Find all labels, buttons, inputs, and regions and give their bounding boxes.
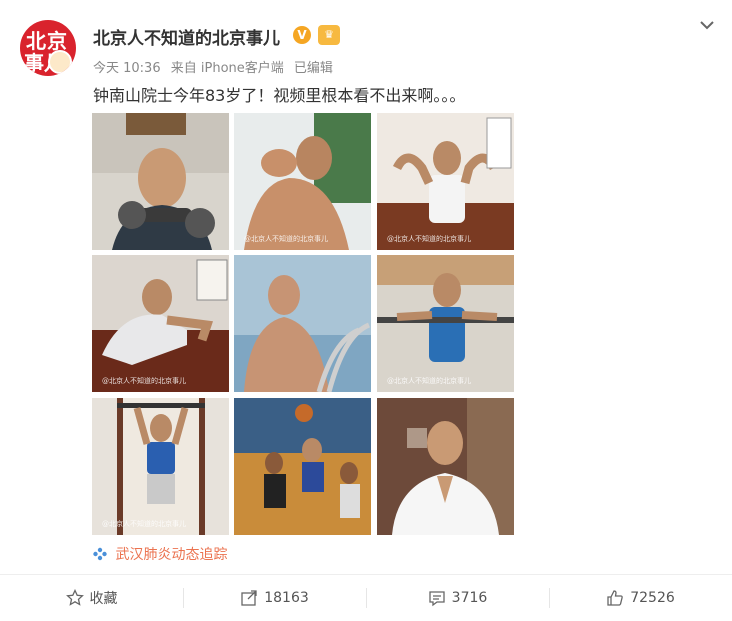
edited-label[interactable]: 已编辑 — [294, 61, 333, 76]
thumbs-up-icon — [607, 590, 623, 606]
comment-button[interactable]: 3716 — [366, 575, 549, 621]
photo-watermark: @北京人不知道的北京事儿 — [244, 235, 328, 243]
like-count: 72526 — [630, 590, 675, 606]
photo-9[interactable] — [377, 398, 514, 535]
topic-link[interactable]: 武汉肺炎动态追踪 — [93, 544, 227, 564]
topic-icon — [93, 547, 107, 561]
post-meta: 今天 10:36 来自 iPhone客户端 已编辑 — [93, 57, 339, 76]
photo-watermark: @北京人不知道的北京事儿 — [102, 377, 186, 385]
photo-6[interactable]: @北京人不知道的北京事儿 — [377, 255, 514, 392]
member-crown-icon: ♛ — [318, 25, 340, 45]
post-time[interactable]: 今天 10:36 — [93, 61, 161, 76]
photo-8[interactable] — [234, 398, 371, 535]
repost-count: 18163 — [264, 590, 309, 606]
comment-count: 3716 — [451, 590, 488, 606]
account-name[interactable]: 北京人不知道的北京事儿 — [93, 24, 280, 49]
comment-icon — [429, 591, 445, 607]
favorite-label: 收藏 — [89, 591, 118, 607]
avatar[interactable]: 北京 事儿 — [20, 20, 76, 76]
photo-4[interactable]: @北京人不知道的北京事儿 — [92, 255, 229, 392]
photo-3[interactable]: @北京人不知道的北京事儿 — [377, 113, 514, 250]
photo-1[interactable] — [92, 113, 229, 250]
post-text: 钟南山院士今年83岁了！视频里根本看不出来啊。。。 — [93, 86, 466, 105]
photo-grid: @北京人不知道的北京事儿 @北京人不知道的北京事儿 @北京人不知道的北京事儿 @… — [92, 113, 514, 535]
action-bar: 收藏 18163 3716 72526 — [0, 575, 732, 621]
repost-icon — [241, 590, 257, 606]
like-button[interactable]: 72526 — [549, 575, 732, 621]
photo-watermark: @北京人不知道的北京事儿 — [387, 377, 471, 385]
photo-2[interactable]: @北京人不知道的北京事儿 — [234, 113, 371, 250]
photo-watermark: @北京人不知道的北京事儿 — [387, 235, 471, 243]
photo-7[interactable]: @北京人不知道的北京事儿 — [92, 398, 229, 535]
post-source: 来自 iPhone客户端 — [170, 61, 284, 76]
verified-badge-icon: V — [293, 26, 311, 44]
chevron-down-icon[interactable] — [698, 16, 716, 34]
favorite-button[interactable]: 收藏 — [0, 575, 183, 621]
repost-button[interactable]: 18163 — [183, 575, 366, 621]
photo-watermark: @北京人不知道的北京事儿 — [102, 520, 186, 528]
star-icon — [65, 589, 84, 606]
weibo-post-card: 北京 事儿 北京人不知道的北京事儿 V ♛ 今天 10:36 来自 iPhone… — [0, 0, 732, 621]
avatar-face-icon — [48, 50, 72, 74]
photo-5[interactable] — [234, 255, 371, 392]
topic-label: 武汉肺炎动态追踪 — [115, 547, 228, 563]
